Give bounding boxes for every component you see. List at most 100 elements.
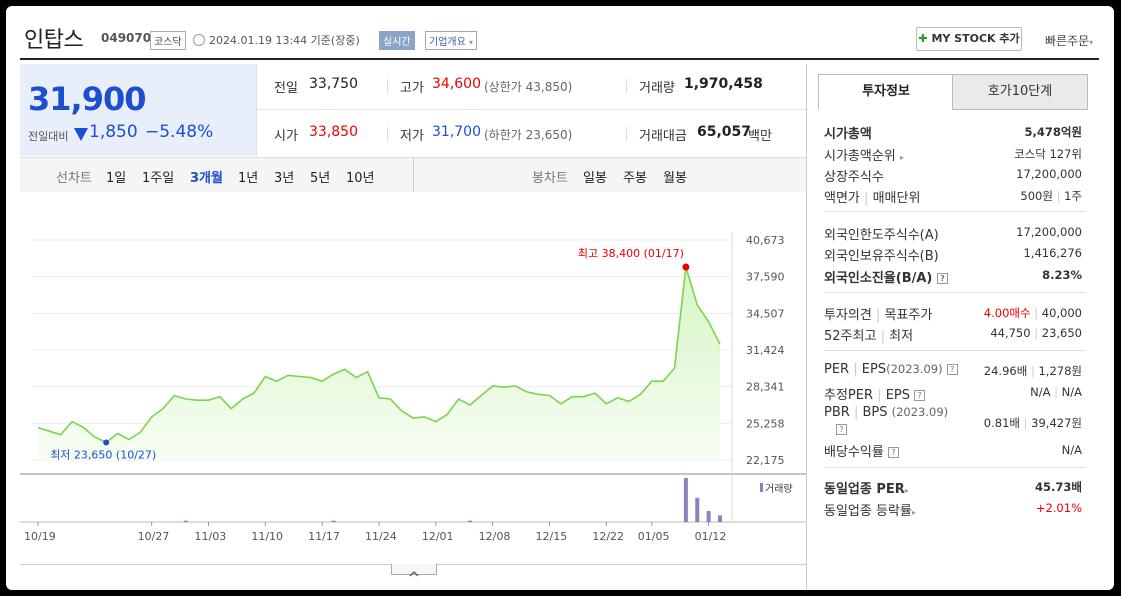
volume-bar bbox=[467, 520, 472, 522]
down-arrow-icon bbox=[74, 128, 88, 141]
y-tick-label: 25,258 bbox=[746, 417, 785, 430]
price-summary: 31,900 전일대비 1,850 −5.48% bbox=[20, 64, 257, 156]
high-point bbox=[682, 263, 690, 271]
industry-per-label[interactable]: 동일업종 PER▸ bbox=[824, 478, 909, 497]
foreign-ratio-text: 외국인소진율(B/A) bbox=[824, 271, 933, 286]
open-label: 시가 bbox=[274, 129, 298, 144]
company-name[interactable]: 인탑스 bbox=[24, 22, 84, 54]
market-cap-rank-value: 코스닥 127위 bbox=[1014, 147, 1082, 161]
par-label-a: 액면가 bbox=[824, 191, 860, 206]
market-cap-label: 시가총액 bbox=[824, 127, 872, 142]
candle-daily[interactable]: 일봉 bbox=[583, 167, 607, 186]
high-label: 고가 bbox=[400, 81, 424, 96]
week52-high: 44,750 bbox=[990, 326, 1031, 340]
y-tick-label: 28,341 bbox=[746, 381, 785, 394]
upper-limit: (상한가 43,850) bbox=[484, 80, 573, 94]
company-info-dropdown[interactable]: 기업개요 ▾ bbox=[425, 31, 478, 50]
foreign-holding-value: 1,416,276 bbox=[1023, 246, 1082, 260]
help-icon[interactable]: ? bbox=[914, 390, 926, 401]
x-tick-label: 11/03 bbox=[195, 530, 227, 543]
bps-period: (2023.09) bbox=[891, 405, 949, 419]
est-per-label: 추정PER | EPS ? bbox=[824, 384, 926, 403]
foreign-limit-label: 외국인한도주식수(A) bbox=[824, 228, 939, 243]
volume-bar bbox=[183, 520, 188, 522]
help-icon[interactable]: ? bbox=[887, 447, 899, 458]
quick-order-label: 빠른주문 bbox=[1045, 34, 1090, 48]
per-label: PER | EPS(2023.09) ? bbox=[824, 362, 958, 377]
chevron-right-icon: ▸ bbox=[904, 486, 909, 495]
prev-close-value: 33,750 bbox=[309, 76, 358, 92]
volume-bar bbox=[695, 497, 700, 522]
foreign-ratio-value: 8.23% bbox=[1042, 268, 1082, 282]
period-3y[interactable]: 3년 bbox=[274, 167, 294, 186]
par-label: 액면가 | 매매단위 bbox=[824, 191, 921, 206]
bps-label: BPS bbox=[862, 405, 888, 420]
volume-bar bbox=[718, 515, 722, 522]
industry-per-value: 45.73배 bbox=[1035, 480, 1082, 494]
market-cap-rank-label[interactable]: 시가총액순위 ▸ bbox=[824, 145, 904, 164]
pbr-value-a: 0.81배 bbox=[983, 416, 1020, 430]
divider bbox=[824, 211, 1086, 212]
foreign-limit-value: 17,200,000 bbox=[1016, 225, 1082, 239]
price-change: 1,850 bbox=[89, 122, 138, 142]
opinion-label-b: 목표주가 bbox=[884, 308, 933, 323]
x-tick-label: 12/22 bbox=[592, 530, 624, 543]
collapse-chart-button[interactable] bbox=[391, 564, 437, 577]
current-price: 31,900 bbox=[28, 80, 146, 118]
x-tick-label: 11/17 bbox=[308, 530, 340, 543]
industry-change-text: 동일업종 등락률 bbox=[824, 504, 912, 519]
help-icon[interactable]: ? bbox=[946, 364, 958, 375]
period-10y[interactable]: 10년 bbox=[346, 167, 375, 186]
pbr-label: PBR | BPS (2023.09) bbox=[824, 405, 949, 420]
price-chart[interactable]: 40,673 37,590 34,507 31,424 28,341 25,258 22,1… bbox=[20, 192, 806, 564]
low-annotation: 최저 23,650 (10/27) bbox=[50, 448, 156, 461]
right-panel-divider bbox=[806, 64, 807, 590]
prev-diff-label: 전일대비 bbox=[28, 130, 69, 143]
week52-label-a: 52주최고 bbox=[824, 329, 877, 344]
period-5y[interactable]: 5년 bbox=[310, 167, 330, 186]
help-icon[interactable]: ? bbox=[836, 422, 847, 437]
add-mystock-label: MY STOCK 추가 bbox=[931, 32, 1020, 45]
x-tick-label: 01/05 bbox=[638, 530, 670, 543]
target-price: 40,000 bbox=[1041, 306, 1082, 320]
volume-legend-swatch bbox=[760, 483, 763, 492]
per-value: 24.96배 | 1,278원 bbox=[983, 364, 1082, 378]
high-annotation: 최고 38,400 (01/17) bbox=[578, 247, 684, 260]
header: 인탑스 049070 코스닥 2024.01.19 13:44 기준(장중) 실… bbox=[6, 6, 1114, 62]
stock-code: 049070 bbox=[101, 31, 152, 45]
candle-monthly[interactable]: 월봉 bbox=[663, 167, 687, 186]
line-chart-label: 선차트 bbox=[56, 171, 92, 186]
high-value: 34,600 bbox=[432, 76, 481, 92]
per-value-a: 24.96배 bbox=[983, 364, 1028, 378]
chevron-right-icon: ▸ bbox=[899, 153, 904, 162]
tab-hoga-10[interactable]: 호가10단계 bbox=[952, 74, 1088, 110]
par-value-a: 500원 bbox=[1020, 189, 1053, 203]
chevron-up-icon bbox=[409, 571, 419, 577]
realtime-badge[interactable]: 실시간 bbox=[379, 31, 415, 50]
x-tick-label: 10/27 bbox=[138, 530, 170, 543]
week52-value: 44,750 | 23,650 bbox=[990, 326, 1082, 340]
help-icon[interactable]: ? bbox=[936, 273, 948, 284]
period-1w[interactable]: 1주일 bbox=[142, 167, 174, 186]
tab-invest-info[interactable]: 투자정보 bbox=[818, 74, 954, 109]
industry-per-text: 동일업종 PER bbox=[824, 482, 905, 497]
x-tick-label: 12/01 bbox=[422, 530, 454, 543]
add-mystock-button[interactable]: ✚ MY STOCK 추가 bbox=[916, 27, 1022, 51]
volume-bar bbox=[331, 520, 336, 522]
period-1d[interactable]: 1일 bbox=[106, 167, 126, 186]
par-label-b: 매매단위 bbox=[872, 191, 921, 206]
candle-weekly[interactable]: 주봉 bbox=[623, 167, 647, 186]
industry-change-label[interactable]: 동일업종 등락률▸ bbox=[824, 500, 916, 519]
period-3m[interactable]: 3개월 bbox=[190, 167, 223, 186]
period-divider bbox=[413, 158, 414, 192]
market-cap-rank-text: 시가총액순위 bbox=[824, 149, 896, 164]
clock-icon bbox=[193, 34, 205, 46]
par-value-b: 1주 bbox=[1064, 189, 1082, 203]
quick-order-dropdown[interactable]: 빠른주문▾ bbox=[1045, 32, 1093, 49]
header-divider bbox=[20, 58, 1099, 60]
x-tick-label: 10/19 bbox=[24, 530, 56, 543]
y-tick-label: 40,673 bbox=[746, 234, 785, 247]
divider bbox=[626, 79, 627, 93]
market-cap-value: 5,478억원 bbox=[1024, 125, 1082, 139]
period-1y[interactable]: 1년 bbox=[238, 167, 258, 186]
